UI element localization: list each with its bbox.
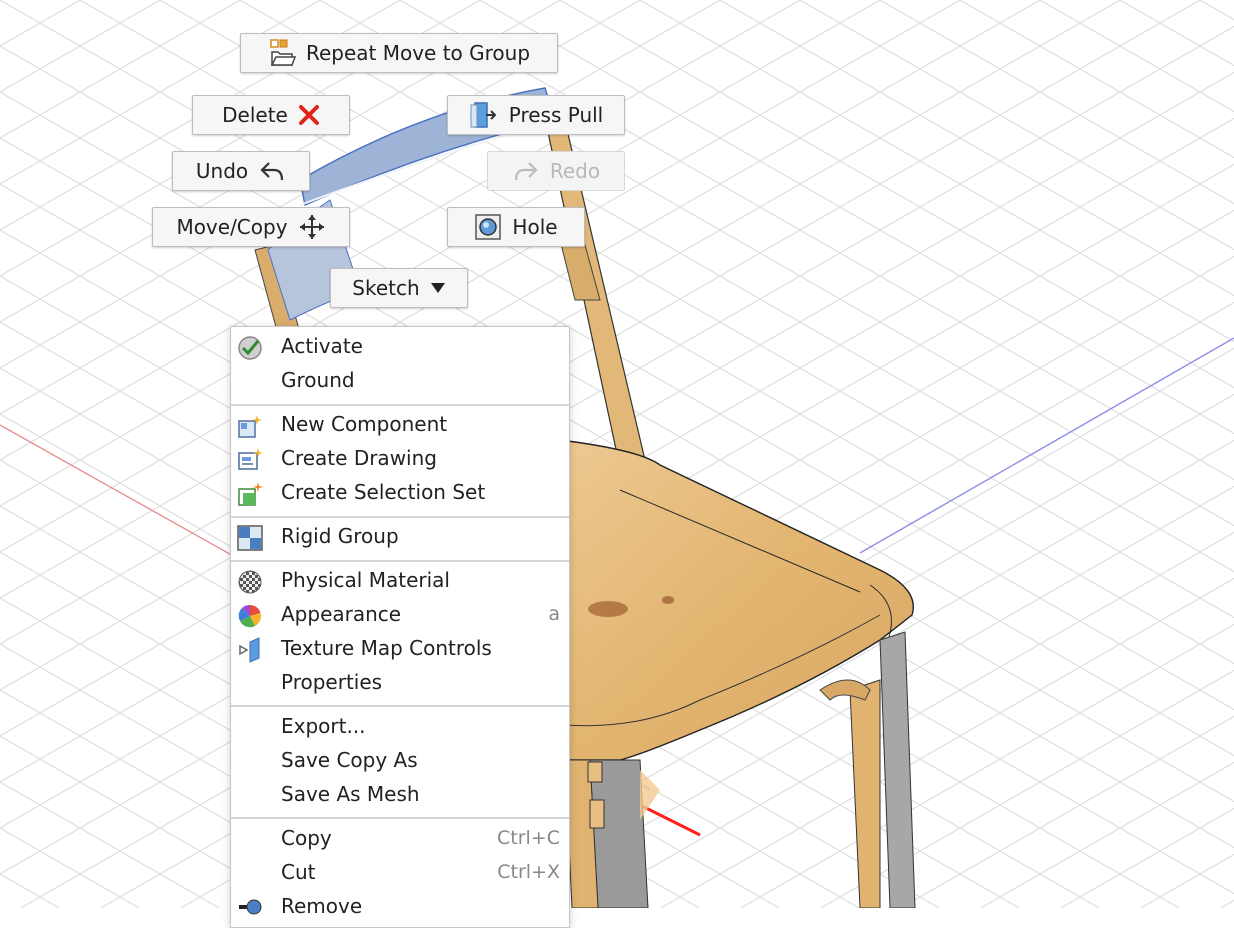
menu-separator <box>231 705 569 707</box>
remove-icon <box>239 899 262 915</box>
sketch-label: Sketch <box>352 276 420 300</box>
appearance-icon <box>238 604 261 628</box>
viewport-canvas[interactable] <box>0 0 1234 908</box>
menu-item-label: Activate <box>281 334 363 358</box>
undo-button-label: Undo <box>195 159 249 183</box>
redo-button-label: Redo <box>549 159 601 183</box>
menu-item-appearance[interactable]: Appearance a <box>231 598 569 632</box>
menu-item-copy[interactable]: Copy Ctrl+C <box>231 822 569 856</box>
menu-item-label: Cut <box>281 860 316 884</box>
dropdown-triangle-icon <box>430 283 445 293</box>
menu-item-label: Appearance <box>281 602 402 626</box>
repeat-move-to-group-button[interactable]: Repeat Move to Group <box>240 33 558 73</box>
menu-item-label: Rigid Group <box>281 524 399 548</box>
context-menu: Activate Ground New Component Create Dra… <box>230 326 570 928</box>
move-to-group-icon <box>270 39 296 66</box>
press-pull-icon <box>470 102 497 128</box>
menu-item-physical-material[interactable]: Physical Material <box>231 564 569 598</box>
menu-item-activate[interactable]: Activate <box>231 330 569 364</box>
selection-set-icon <box>238 482 263 506</box>
delete-button[interactable]: Delete <box>192 95 350 135</box>
menu-item-properties[interactable]: Properties <box>231 666 569 700</box>
menu-item-label: Ground <box>281 368 355 392</box>
redo-arrow-icon <box>514 162 538 181</box>
redo-button[interactable]: Redo <box>487 151 625 191</box>
menu-item-label: Export... <box>281 714 366 738</box>
rigid-group-icon <box>237 525 263 551</box>
menu-item-label: Copy <box>281 826 332 850</box>
menu-item-create-selection-set[interactable]: Create Selection Set <box>231 476 569 510</box>
menu-item-label: Save As Mesh <box>281 782 420 806</box>
menu-item-label: Properties <box>281 670 383 694</box>
delete-button-label: Delete <box>222 103 288 127</box>
menu-separator <box>231 404 569 406</box>
menu-item-label: New Component <box>281 412 448 436</box>
menu-separator <box>231 817 569 819</box>
hole-icon <box>475 214 502 240</box>
hole-label: Hole <box>512 215 558 239</box>
check-circle-icon <box>238 336 262 360</box>
sketch-dropdown-button[interactable]: Sketch <box>330 268 468 308</box>
undo-button[interactable]: Undo <box>172 151 310 191</box>
menu-item-cut[interactable]: Cut Ctrl+X <box>231 856 569 890</box>
menu-separator <box>231 560 569 562</box>
appearance-shortcut: a <box>548 603 560 625</box>
menu-item-create-drawing[interactable]: Create Drawing <box>231 442 569 476</box>
menu-item-label: Create Selection Set <box>281 480 486 504</box>
menu-item-rigid-group[interactable]: Rigid Group <box>231 520 569 554</box>
menu-item-remove[interactable]: Remove <box>231 890 569 924</box>
menu-separator <box>231 516 569 518</box>
wood-knot <box>588 601 628 617</box>
press-pull-button[interactable]: Press Pull <box>447 95 625 135</box>
move-arrows-icon <box>299 215 324 239</box>
new-component-icon <box>238 415 262 438</box>
cut-shortcut: Ctrl+X <box>497 861 560 883</box>
move-copy-button[interactable]: Move/Copy <box>152 207 350 247</box>
menu-item-save-copy-as[interactable]: Save Copy As <box>231 744 569 778</box>
undo-arrow-icon <box>260 162 284 181</box>
move-copy-label: Move/Copy <box>176 215 288 239</box>
physical-material-icon <box>238 570 262 594</box>
menu-item-label: Texture Map Controls <box>281 636 492 660</box>
menu-item-export[interactable]: Export... <box>231 710 569 744</box>
delete-x-icon <box>298 105 319 125</box>
texture-map-icon <box>239 637 260 663</box>
repeat-button-label: Repeat Move to Group <box>305 41 531 65</box>
menu-item-texture-map-controls[interactable]: Texture Map Controls <box>231 632 569 666</box>
menu-item-label: Physical Material <box>281 568 450 592</box>
menu-item-label: Create Drawing <box>281 446 437 470</box>
menu-item-new-component[interactable]: New Component <box>231 408 569 442</box>
menu-item-label: Remove <box>281 894 363 918</box>
menu-item-save-as-mesh[interactable]: Save As Mesh <box>231 778 569 812</box>
menu-item-ground[interactable]: Ground <box>231 364 569 398</box>
create-drawing-icon <box>238 448 263 470</box>
copy-shortcut: Ctrl+C <box>497 827 560 849</box>
hole-button[interactable]: Hole <box>447 207 585 247</box>
press-pull-label: Press Pull <box>508 103 604 127</box>
menu-item-label: Save Copy As <box>281 748 418 772</box>
